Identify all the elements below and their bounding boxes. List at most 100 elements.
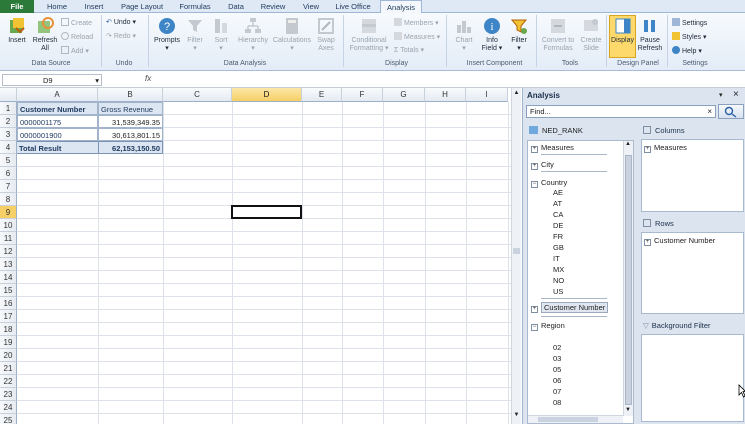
column-header-i[interactable]: I — [466, 88, 508, 102]
rows-drop-zone[interactable]: + Customer Number — [641, 232, 744, 314]
pane-menu-icon[interactable]: ▾ — [719, 91, 723, 99]
tab-insert[interactable]: Insert — [78, 0, 110, 13]
tree-horizontal-scrollbar[interactable] — [528, 415, 623, 423]
row-header[interactable]: 14 — [0, 271, 17, 284]
scroll-up-icon[interactable]: ▲ — [625, 141, 631, 147]
sheet-vertical-scrollbar[interactable]: ▲ ▼ — [511, 88, 521, 424]
table-cell[interactable]: 30,613,801.15 — [98, 128, 163, 141]
create-slide-button[interactable]: Create Slide — [578, 16, 604, 53]
swap-axes-button[interactable]: Swap Axes — [312, 16, 340, 53]
scroll-down-icon[interactable]: ▼ — [513, 412, 520, 420]
settings-button[interactable]: Settings — [672, 18, 707, 28]
column-header-h[interactable]: H — [425, 88, 466, 102]
tab-page-layout[interactable]: Page Layout — [116, 0, 168, 13]
tab-live-office[interactable]: Live Office — [332, 0, 374, 13]
row-header[interactable]: 16 — [0, 297, 17, 310]
measures-button[interactable]: Measures ▾ — [394, 32, 440, 42]
worksheet-grid[interactable]: A B C D E F G H I 1 2 3 4 5 6 7 8 9 10 11 12 13 14 15 1… — [0, 88, 514, 424]
scrollbar-thumb[interactable] — [513, 248, 520, 254]
tab-home[interactable]: Home — [40, 0, 74, 13]
row-header[interactable]: 8 — [0, 193, 17, 206]
selected-cell-d9[interactable] — [231, 205, 302, 219]
tree-node-measures[interactable]: + Measures — [531, 143, 574, 153]
data-source-node[interactable]: NED_RANK — [529, 126, 583, 135]
sort-button[interactable]: Sort ▾ — [208, 16, 234, 53]
row-header[interactable]: 20 — [0, 349, 17, 362]
tree-member[interactable]: US — [553, 287, 563, 296]
column-header-f[interactable]: F — [342, 88, 383, 102]
tree-member[interactable]: 08 — [553, 398, 561, 407]
styles-button[interactable]: Styles ▾ — [672, 32, 707, 42]
row-header[interactable]: 1 — [0, 102, 17, 115]
column-header-g[interactable]: G — [383, 88, 425, 102]
row-header[interactable]: 10 — [0, 219, 17, 232]
row-header[interactable]: 4 — [0, 141, 17, 154]
name-box[interactable]: D9 ▾ — [2, 74, 102, 86]
row-header[interactable]: 21 — [0, 362, 17, 375]
column-header-b[interactable]: B — [98, 88, 163, 102]
tree-member[interactable]: 03 — [553, 354, 561, 363]
scroll-up-icon[interactable]: ▲ — [513, 90, 520, 98]
header-cell-gross-revenue[interactable]: Gross Revenue — [98, 102, 163, 115]
collapse-icon[interactable]: − — [531, 324, 538, 331]
row-header[interactable]: 24 — [0, 401, 17, 414]
tree-member[interactable]: 07 — [553, 387, 561, 396]
expand-icon[interactable]: + — [644, 146, 651, 153]
tree-member[interactable]: GB — [553, 243, 564, 252]
close-icon[interactable]: × — [733, 89, 739, 100]
prompts-button[interactable]: ? Prompts ▾ — [152, 16, 182, 53]
row-header[interactable]: 2 — [0, 115, 17, 128]
tree-vertical-scrollbar[interactable]: ▲ ▼ — [623, 141, 633, 416]
rows-item-customer-number[interactable]: + Customer Number — [644, 236, 715, 246]
tree-member[interactable]: 02 — [553, 343, 561, 352]
expand-icon[interactable]: + — [531, 146, 538, 153]
row-header[interactable]: 19 — [0, 336, 17, 349]
table-cell[interactable]: 0000001900 — [17, 128, 98, 141]
tree-member[interactable]: MX — [553, 265, 564, 274]
header-cell-customer-number[interactable]: Customer Number — [17, 102, 98, 115]
expand-icon[interactable]: + — [531, 306, 538, 313]
formula-input[interactable] — [160, 74, 740, 86]
tree-member[interactable]: FR — [553, 232, 563, 241]
row-header[interactable]: 9 — [0, 206, 17, 219]
column-header-e[interactable]: E — [302, 88, 342, 102]
row-header[interactable]: 15 — [0, 284, 17, 297]
columns-item-measures[interactable]: + Measures — [644, 143, 687, 153]
row-header[interactable]: 6 — [0, 167, 17, 180]
tree-node-country[interactable]: − Country — [531, 178, 567, 188]
scrollbar-thumb[interactable] — [538, 417, 598, 422]
tree-member[interactable]: 05 — [553, 365, 561, 374]
column-header-a[interactable]: A — [17, 88, 98, 102]
column-header-d[interactable]: D — [232, 88, 302, 102]
row-header[interactable]: 23 — [0, 388, 17, 401]
tree-member[interactable]: AE — [553, 188, 563, 197]
tree-member[interactable]: AT — [553, 199, 562, 208]
table-cell[interactable]: 31,539,349.35 — [98, 115, 163, 128]
filter-button[interactable]: Filter ▾ — [182, 16, 208, 53]
row-header[interactable]: 25 — [0, 414, 17, 424]
row-header[interactable]: 7 — [0, 180, 17, 193]
find-input[interactable]: Find... × — [526, 105, 716, 118]
collapse-icon[interactable]: − — [531, 181, 538, 188]
pause-refresh-button[interactable]: Pause Refresh — [636, 16, 664, 53]
table-cell[interactable]: 0000001175 — [17, 115, 98, 128]
function-icon[interactable]: fx — [145, 74, 151, 83]
tab-file[interactable]: File — [0, 0, 34, 13]
undo-button[interactable]: ↶ Undo ▾ — [106, 18, 136, 27]
help-button[interactable]: Help ▾ — [672, 46, 702, 56]
info-field-button[interactable]: i Info Field ▾ — [478, 16, 506, 53]
conditional-formatting-button[interactable]: Conditional Formatting ▾ — [346, 16, 392, 53]
row-header[interactable]: 12 — [0, 245, 17, 258]
row-header[interactable]: 13 — [0, 258, 17, 271]
tab-review[interactable]: Review — [256, 0, 290, 13]
tree-member[interactable]: IT — [553, 254, 560, 263]
row-header[interactable]: 17 — [0, 310, 17, 323]
column-header-c[interactable]: C — [163, 88, 232, 102]
row-header[interactable]: 22 — [0, 375, 17, 388]
tree-member[interactable]: NO — [553, 276, 564, 285]
row-header[interactable]: 3 — [0, 128, 17, 141]
convert-to-formulas-button[interactable]: Convert to Formulas — [538, 16, 578, 53]
tree-node-city[interactable]: + City — [531, 160, 554, 170]
tab-view[interactable]: View — [296, 0, 326, 13]
row-header[interactable]: 5 — [0, 154, 17, 167]
